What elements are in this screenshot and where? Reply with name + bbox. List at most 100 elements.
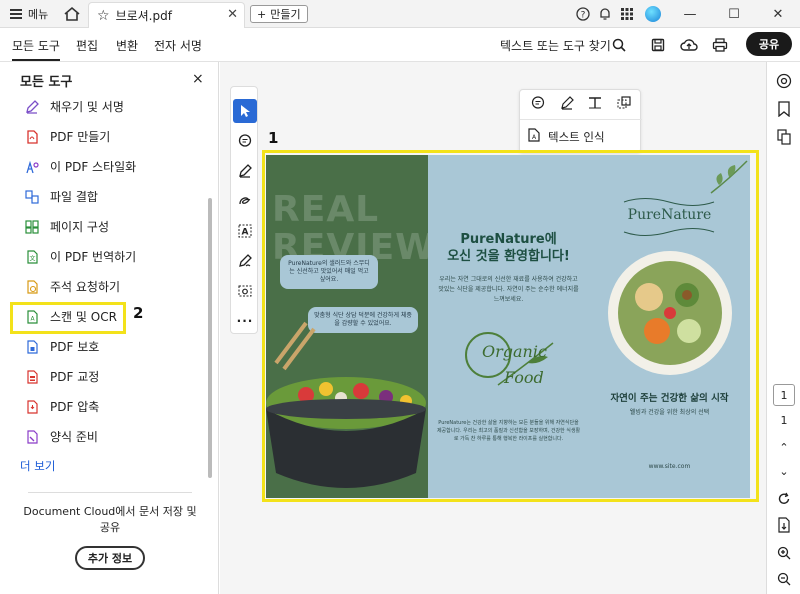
menu-button[interactable]: 메뉴	[10, 6, 48, 22]
crop-icon[interactable]	[617, 96, 631, 113]
welcome-footer: PureNature는 건강한 삶을 지향하는 모든 분들을 위해 자연식단을 …	[436, 420, 581, 442]
search-tools[interactable]: 텍스트 또는 도구 찾기	[500, 37, 611, 54]
hamburger-icon	[10, 9, 22, 19]
plus-icon: +	[257, 7, 267, 21]
brochure-panel-welcome: PureNature에 오신 것을 환영합니다! 우리는 자연 그대로의 신선한…	[428, 155, 589, 498]
tool-stylize-pdf[interactable]: 이 PDF 스타일화	[24, 158, 136, 175]
tool-label: 페이지 구성	[50, 220, 110, 234]
add-comment-icon[interactable]	[233, 129, 257, 153]
highlight-pen-icon[interactable]	[560, 96, 574, 113]
document-tab[interactable]: ☆ 브로셔.pdf ✕	[88, 2, 245, 28]
draw-icon[interactable]	[233, 189, 257, 213]
star-icon[interactable]: ☆	[97, 8, 110, 24]
help-icon[interactable]: ?	[572, 0, 594, 28]
protect-icon	[24, 339, 40, 355]
recognize-text-item[interactable]: A 텍스트 인식	[528, 128, 605, 145]
pdf-page[interactable]: REAL REVIEW PureNature의 샐러드와 스무디는 신선하고 맛…	[266, 155, 750, 498]
tab-edit[interactable]: 편집	[76, 37, 98, 54]
chevron-up-icon[interactable]: ⌃	[775, 438, 793, 456]
divider	[28, 492, 192, 493]
svg-text:A: A	[532, 134, 537, 141]
tool-label: 이 PDF 스타일화	[50, 160, 137, 174]
new-tab-label: 만들기	[270, 8, 301, 21]
tool-protect-pdf[interactable]: PDF 보호	[24, 338, 99, 355]
tool-prepare-form[interactable]: 양식 준비	[24, 428, 98, 445]
food-bowl-image	[608, 251, 732, 375]
tool-redact-pdf[interactable]: PDF 교정	[24, 368, 99, 385]
brochure-panel-reviews: REAL REVIEW PureNature의 샐러드와 스무디는 신선하고 맛…	[266, 155, 435, 498]
upload-cloud-icon[interactable]	[679, 35, 699, 55]
comment-icon[interactable]	[531, 96, 545, 113]
popup-icon-row	[520, 90, 642, 120]
text-box-icon[interactable]: A	[233, 219, 257, 243]
redact-icon	[24, 369, 40, 385]
tab-convert[interactable]: 변환	[116, 37, 138, 54]
svg-text:Food: Food	[503, 368, 544, 387]
tool-label: 채우기 및 서명	[50, 100, 124, 114]
chevron-down-icon[interactable]: ⌄	[775, 462, 793, 480]
tool-label: 양식 준비	[50, 430, 98, 444]
tool-fill-sign[interactable]: 채우기 및 서명	[24, 98, 124, 115]
recognize-text-label: 텍스트 인식	[548, 129, 605, 144]
leaf-decoration-icon	[710, 160, 748, 194]
more-tools-link[interactable]: 더 보기	[20, 458, 55, 474]
current-page-input[interactable]: 1	[773, 384, 795, 406]
maximize-button[interactable]: ☐	[712, 0, 756, 28]
select-cursor-icon[interactable]	[233, 99, 257, 123]
close-tab-icon[interactable]: ✕	[227, 7, 238, 22]
highlight-icon[interactable]	[233, 159, 257, 183]
tool-label: PDF 보호	[50, 340, 100, 354]
tool-create-pdf[interactable]: PDF 만들기	[24, 128, 110, 145]
fill-sign-icon[interactable]	[233, 249, 257, 273]
more-options-icon[interactable]: ···	[233, 309, 257, 333]
pages-thumbnails-icon[interactable]	[775, 128, 793, 146]
refresh-icon[interactable]	[775, 490, 793, 508]
tool-label: 파일 결합	[50, 190, 98, 204]
request-comments-icon	[24, 279, 40, 295]
zoom-out-icon[interactable]	[775, 570, 793, 588]
bell-icon[interactable]	[594, 0, 616, 28]
tool-compress-pdf[interactable]: PDF 압축	[24, 398, 99, 415]
tool-translate-pdf[interactable]: 文 이 PDF 번역하기	[24, 248, 136, 265]
save-icon[interactable]	[648, 35, 668, 55]
home-icon[interactable]	[62, 5, 82, 23]
panel-scrollbar[interactable]	[208, 198, 212, 478]
quick-tools-toolbar: A ···	[230, 86, 258, 334]
prepare-form-icon	[24, 429, 40, 445]
ai-assistant-icon[interactable]	[775, 72, 793, 90]
print-icon[interactable]	[710, 35, 730, 55]
stylize-icon	[24, 159, 40, 175]
search-icon[interactable]	[609, 35, 629, 55]
pdf-create-icon	[24, 129, 40, 145]
organize-pages-icon	[24, 219, 40, 235]
user-avatar[interactable]	[638, 0, 668, 28]
zoom-in-icon[interactable]	[775, 544, 793, 562]
tool-combine-files[interactable]: 파일 결합	[24, 188, 98, 205]
tool-label: PDF 압축	[50, 400, 100, 414]
bookmark-icon[interactable]	[775, 100, 793, 118]
scan-ocr-toolbar-popup: A 텍스트 인식	[519, 89, 642, 153]
apps-grid-icon[interactable]	[616, 0, 638, 28]
organic-food-logo: Organic Food	[465, 332, 554, 387]
tool-label: PDF 만들기	[50, 130, 111, 144]
add-image-icon[interactable]	[233, 279, 257, 303]
welcome-body: 우리는 자연 그대로의 신선한 재료를 사용하여 건강하고 맛있는 식단을 제공…	[438, 276, 579, 303]
window-close-button[interactable]: ✕	[756, 0, 800, 28]
panel-title: 모든 도구	[20, 75, 73, 90]
brand-name: PureNature	[627, 207, 712, 223]
tab-all-tools[interactable]: 모든 도구	[12, 37, 60, 61]
save-page-icon[interactable]	[775, 516, 793, 534]
svg-text:Organic: Organic	[482, 342, 547, 361]
share-button[interactable]: 공유	[746, 32, 792, 56]
close-panel-icon[interactable]: ×	[192, 71, 204, 87]
salad-bowl-image	[266, 321, 426, 488]
minimize-button[interactable]: —	[668, 0, 712, 28]
more-info-button[interactable]: 추가 정보	[75, 546, 145, 570]
tab-e-sign[interactable]: 전자 서명	[154, 37, 202, 54]
svg-text:文: 文	[29, 254, 35, 262]
new-tab-button[interactable]: + 만들기	[250, 5, 308, 23]
tool-request-comments[interactable]: 주석 요청하기	[24, 278, 120, 295]
text-edit-icon[interactable]	[588, 96, 602, 113]
tool-organize-pages[interactable]: 페이지 구성	[24, 218, 109, 235]
subline: 웰빙과 건강을 위한 최상의 선택	[629, 409, 710, 416]
